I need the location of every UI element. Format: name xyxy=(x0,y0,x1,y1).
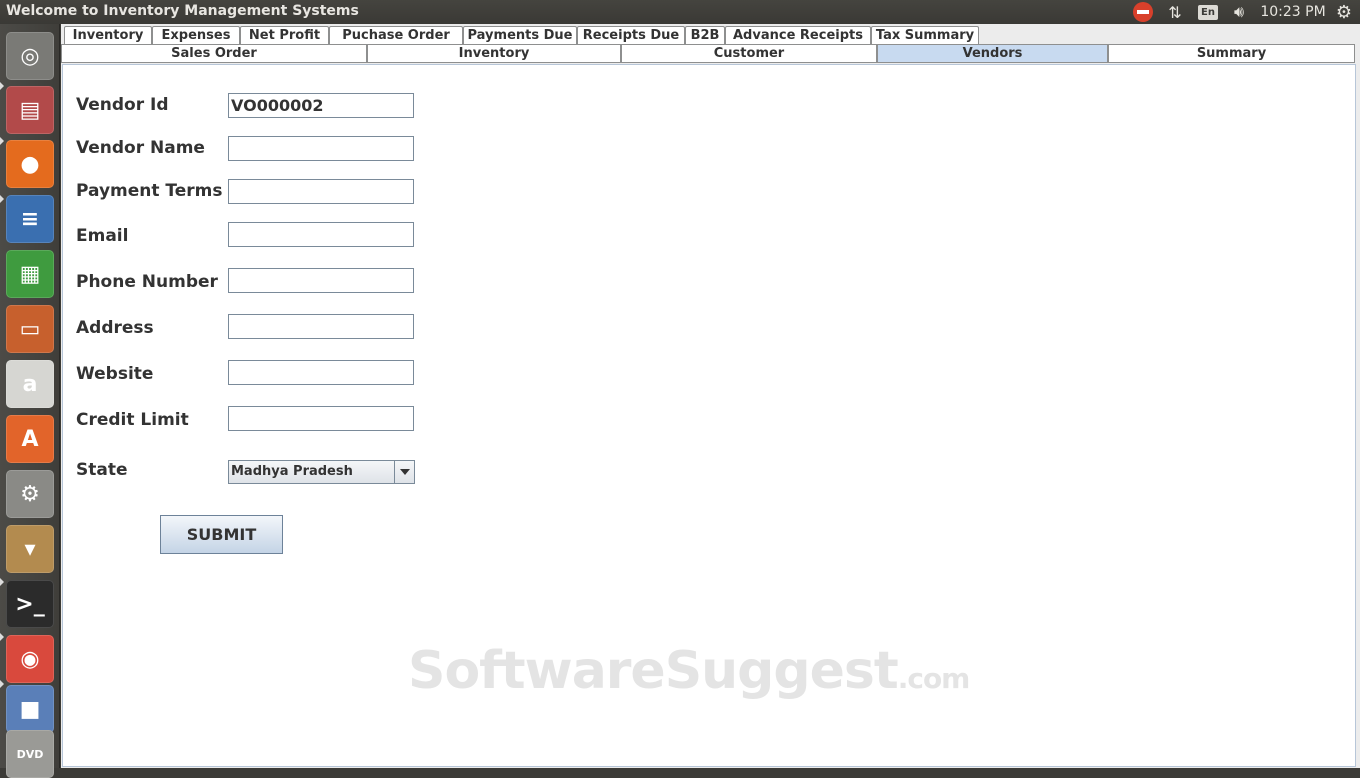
network-icon[interactable]: ⇅ xyxy=(1164,0,1186,24)
software-center-icon[interactable]: A xyxy=(6,415,54,463)
watermark: SoftwareSuggest.com xyxy=(408,641,971,701)
tab-inventory[interactable]: Inventory xyxy=(64,26,152,44)
clock[interactable]: 10:23 PM xyxy=(1257,0,1329,24)
chevron-down-icon[interactable] xyxy=(394,461,414,483)
impress-icon[interactable]: ▭ xyxy=(6,305,54,353)
vendor-id-field[interactable] xyxy=(228,93,414,118)
language-label: En xyxy=(1198,4,1218,20)
address-label: Address xyxy=(76,318,154,338)
running-indicator xyxy=(0,680,4,688)
phone-number-label: Phone Number xyxy=(76,272,218,292)
payment-terms-field[interactable] xyxy=(228,179,414,204)
address-field[interactable] xyxy=(228,314,414,339)
top-panel: Welcome to Inventory Management Systems … xyxy=(0,0,1360,24)
subtab-inventory[interactable]: Inventory xyxy=(367,44,621,63)
tab-advance-receipts[interactable]: Advance Receipts xyxy=(725,26,871,44)
subtab-sales-order[interactable]: Sales Order xyxy=(61,44,367,63)
vendor-form-panel: Vendor Id Vendor Name Payment Terms Emai… xyxy=(62,64,1356,767)
tab-expenses[interactable]: Expenses xyxy=(152,26,240,44)
window-title: Welcome to Inventory Management Systems xyxy=(6,3,359,19)
chrome-icon[interactable]: ◉ xyxy=(6,635,54,683)
app-window: Inventory Expenses Net Profit Puchase Order… xyxy=(61,24,1360,768)
volume-icon[interactable]: 🔊︎ xyxy=(1227,0,1251,24)
state-selected-value: Madhya Pradesh xyxy=(231,464,353,479)
ubuntu-dash-icon[interactable]: ◎ xyxy=(6,32,54,80)
calc-icon[interactable]: ▦ xyxy=(6,250,54,298)
subtab-summary[interactable]: Summary xyxy=(1108,44,1355,63)
archive-icon[interactable]: ▾ xyxy=(6,525,54,573)
state-label: State xyxy=(76,460,128,480)
payment-terms-label: Payment Terms xyxy=(76,181,223,201)
dvd-icon[interactable]: DVD xyxy=(6,730,54,778)
subtab-customer[interactable]: Customer xyxy=(621,44,877,63)
subtab-vendors[interactable]: Vendors xyxy=(877,44,1108,63)
credit-limit-field[interactable] xyxy=(228,406,414,431)
submit-button[interactable]: SUBMIT xyxy=(160,515,283,554)
firefox-icon[interactable]: ● xyxy=(6,140,54,188)
state-dropdown[interactable]: Madhya Pradesh xyxy=(228,460,415,484)
tab-b2b[interactable]: B2B xyxy=(685,26,725,44)
tab-net-profit[interactable]: Net Profit xyxy=(240,26,329,44)
email-label: Email xyxy=(76,226,129,246)
website-field[interactable] xyxy=(228,360,414,385)
tab-tax-summary[interactable]: Tax Summary xyxy=(871,26,979,44)
system-settings-icon[interactable]: ⚙ xyxy=(6,470,54,518)
running-indicator xyxy=(0,633,4,641)
launcher: ◎ ▤ ● ≡ ▦ ▭ a A ⚙ ▾ >_ ◉ ■ DVD xyxy=(0,24,60,778)
keyboard-language-indicator[interactable]: En xyxy=(1197,0,1219,24)
main-tab-bar: Inventory Expenses Net Profit Puchase Order… xyxy=(61,26,979,44)
amazon-icon[interactable]: a xyxy=(6,360,54,408)
tab-payments-due[interactable]: Payments Due xyxy=(463,26,577,44)
running-indicator xyxy=(0,82,4,90)
file-cabinet-icon[interactable]: ▤ xyxy=(6,86,54,134)
running-indicator xyxy=(0,578,4,586)
vendor-name-field[interactable] xyxy=(228,136,414,161)
watermark-suffix: .com xyxy=(897,662,971,695)
credit-limit-label: Credit Limit xyxy=(76,410,189,430)
tab-puchase-order[interactable]: Puchase Order xyxy=(329,26,463,44)
session-gear-icon[interactable]: ⚙ xyxy=(1332,0,1356,24)
sub-tab-bar: Sales Order Inventory Customer Vendors Summa… xyxy=(61,44,1355,63)
virtualbox-icon[interactable]: ■ xyxy=(6,685,54,733)
tab-receipts-due[interactable]: Receipts Due xyxy=(577,26,685,44)
terminal-icon[interactable]: >_ xyxy=(6,580,54,628)
vendor-name-label: Vendor Name xyxy=(76,138,205,158)
running-indicator xyxy=(0,195,4,203)
running-indicator xyxy=(0,137,4,145)
writer-icon[interactable]: ≡ xyxy=(6,195,54,243)
stop-icon[interactable] xyxy=(1131,0,1155,24)
phone-number-field[interactable] xyxy=(228,268,414,293)
watermark-main: SoftwareSuggest xyxy=(408,641,899,701)
vendor-id-label: Vendor Id xyxy=(76,95,169,115)
website-label: Website xyxy=(76,364,154,384)
email-field[interactable] xyxy=(228,222,414,247)
